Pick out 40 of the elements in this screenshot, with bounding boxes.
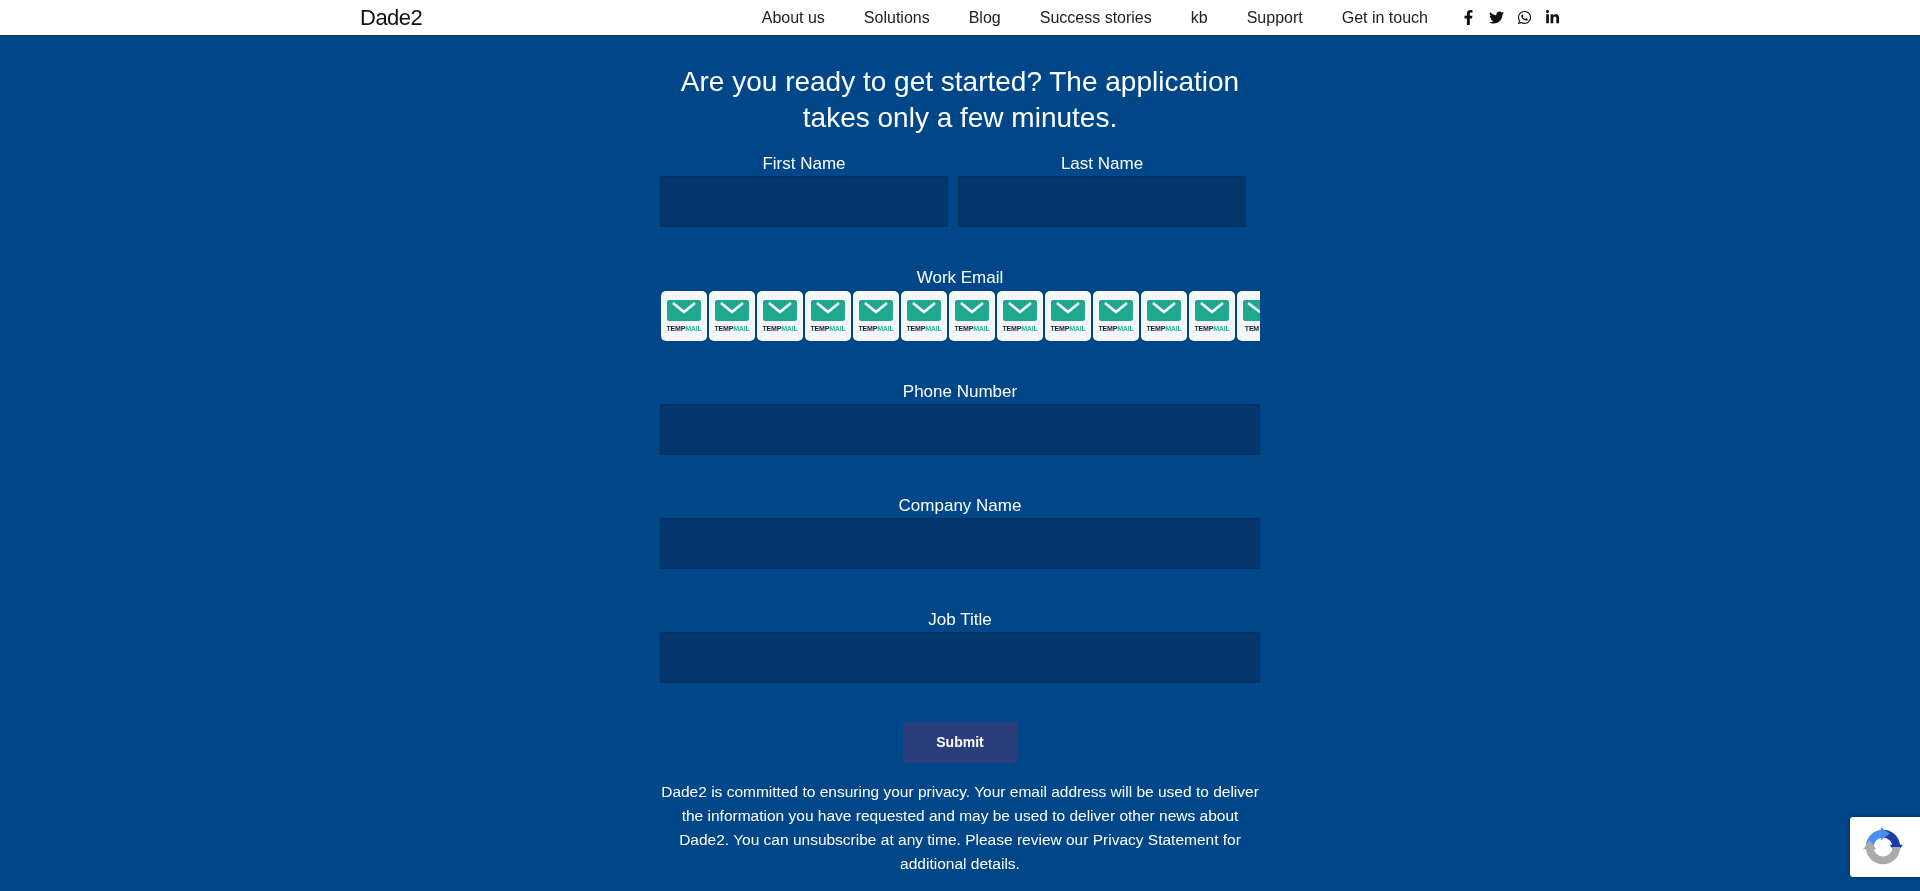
- nav-link[interactable]: Success stories: [1039, 9, 1152, 26]
- twitter-icon[interactable]: [1489, 10, 1504, 25]
- envelope-icon: [1243, 300, 1260, 321]
- text-input-field[interactable]: [958, 176, 1246, 227]
- nav-link[interactable]: Solutions: [863, 9, 930, 26]
- envelope-icon: [955, 300, 989, 321]
- text-input-field[interactable]: [660, 176, 948, 227]
- envelope-icon: [859, 300, 893, 321]
- field-label: Work Email: [916, 267, 1004, 289]
- envelope-icon: [1147, 300, 1181, 321]
- nav-link[interactable]: Get in touch: [1341, 9, 1428, 26]
- envelope-icon: [907, 300, 941, 321]
- text-input-field[interactable]: [660, 518, 1260, 569]
- envelope-icon: [1099, 300, 1133, 321]
- field-label: Last Name: [1060, 153, 1144, 175]
- nav-link[interactable]: kb: [1190, 9, 1208, 26]
- submit-button[interactable]: Submit: [902, 722, 1018, 763]
- envelope-icon: [811, 300, 845, 321]
- nav-link[interactable]: Blog: [968, 9, 1001, 26]
- linkedin-icon[interactable]: [1545, 10, 1560, 25]
- field-label: First Name: [762, 153, 846, 175]
- whatsapp-icon[interactable]: [1517, 10, 1532, 25]
- envelope-icon: [667, 300, 701, 321]
- envelope-icon: [1195, 300, 1229, 321]
- field-label: Company Name: [898, 495, 1022, 517]
- envelope-icon: [1051, 300, 1085, 321]
- field-label: Phone Number: [902, 381, 1018, 403]
- privacy-notice: Dade2 is committed to ensuring your privacy. Your email address will be used to deliver the information you have requested and may be used to deliver other news about Dade2. You can unsubscribe at any time. Please review our Privacy Statement for additional details.: [660, 782, 1260, 874]
- site-logo[interactable]: Dade2: [360, 6, 423, 29]
- envelope-icon: [763, 300, 797, 321]
- envelope-icon: [715, 300, 749, 321]
- nav-link[interactable]: Support: [1246, 9, 1303, 26]
- envelope-icon: [1003, 300, 1037, 321]
- nav-link[interactable]: About us: [761, 9, 825, 26]
- form-heading: Are you ready to get started? The application takes only a few minutes.: [679, 65, 1241, 135]
- captcha-logo-icon: [1863, 827, 1903, 867]
- facebook-icon[interactable]: [1461, 10, 1476, 25]
- field-label: Job Title: [928, 609, 992, 631]
- text-input-field[interactable]: [660, 404, 1260, 455]
- text-input-field[interactable]: [660, 632, 1260, 683]
